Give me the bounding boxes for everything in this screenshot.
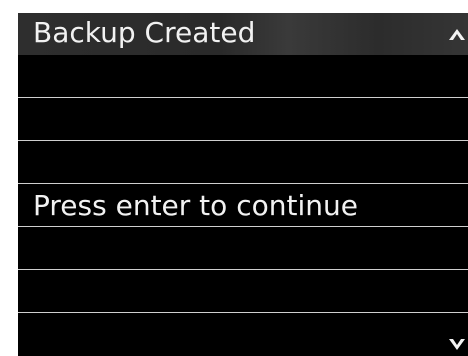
menu-line-6 (18, 270, 468, 313)
chevron-up-icon[interactable] (448, 27, 466, 45)
menu-line-4[interactable]: Press enter to continue (18, 184, 468, 227)
menu-line-7 (18, 313, 468, 356)
menu-line-1 (18, 55, 468, 98)
menu-line-2 (18, 98, 468, 141)
title-bar: Backup Created (18, 13, 468, 55)
screen-title: Backup Created (33, 16, 256, 49)
menu-line-3 (18, 141, 468, 184)
device-screen: Backup Created Press enter to continue (18, 13, 468, 356)
chevron-down-icon[interactable] (448, 338, 466, 356)
menu-line-5 (18, 227, 468, 270)
continue-prompt: Press enter to continue (33, 189, 358, 222)
